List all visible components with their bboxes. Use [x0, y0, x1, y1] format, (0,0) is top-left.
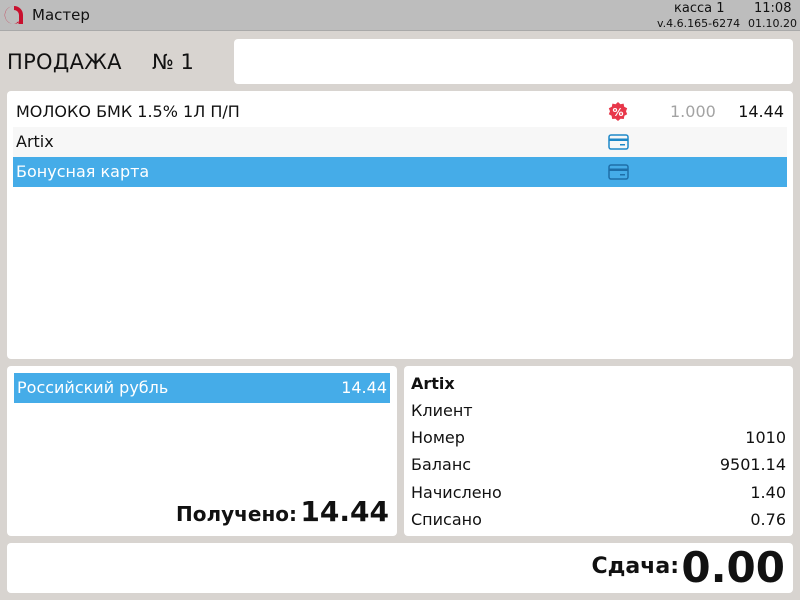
change-label: Сдача: [591, 554, 679, 579]
app-logo-icon [4, 5, 23, 25]
number-label: Номер [411, 428, 465, 447]
payment-panel: Российский рубль 14.44 Получено: 14.44 [7, 366, 397, 536]
list-item-selected[interactable]: Бонусная карта [13, 157, 787, 187]
discount-icon: % [608, 102, 628, 121]
change-value: 0.00 [681, 543, 785, 592]
register-label: касса 1 [674, 1, 725, 16]
accrued-label: Начислено [411, 483, 502, 502]
card-icon [608, 164, 629, 180]
received-label: Получено: [175, 502, 297, 526]
balance-label: Баланс [411, 455, 472, 474]
card-title: Artix [411, 374, 455, 393]
list-item[interactable]: МОЛОКО БМК 1.5% 1Л П/П % 1.000 14.44 [13, 97, 787, 127]
app-title: Мастер [32, 6, 90, 24]
item-label: Artix [16, 132, 54, 151]
client-label: Клиент [411, 401, 473, 420]
sale-title: ПРОДАЖА [7, 50, 122, 74]
items-list: МОЛОКО БМК 1.5% 1Л П/П % 1.000 14.44 Art… [7, 91, 793, 359]
number-value: 1010 [745, 428, 786, 447]
written-off-value: 0.76 [750, 510, 786, 529]
title-bar: Мастер касса 1 11:08 v.4.6.165-6274 01.1… [0, 0, 800, 31]
item-label: МОЛОКО БМК 1.5% 1Л П/П [16, 102, 240, 121]
item-label: Бонусная карта [16, 162, 150, 181]
svg-text:%: % [612, 106, 623, 119]
clock-time: 11:08 [754, 1, 792, 16]
sale-number: № 1 [152, 50, 194, 74]
card-info-panel: Artix Клиент Номер 1010 Баланс 9501.14 Н… [404, 366, 793, 536]
written-off-label: Списано [411, 510, 482, 529]
item-quantity: 1.000 [670, 102, 716, 121]
clock-date: 01.10.20 [748, 17, 797, 30]
payment-amount: 14.44 [341, 378, 387, 397]
change-panel: Сдача: 0.00 [7, 543, 793, 593]
payment-row[interactable]: Российский рубль 14.44 [14, 373, 390, 403]
balance-value: 9501.14 [719, 455, 786, 474]
info-panel [234, 39, 793, 84]
list-item[interactable]: Artix [13, 127, 787, 157]
payment-currency: Российский рубль [17, 378, 169, 397]
card-icon [608, 134, 629, 150]
item-price: 14.44 [738, 102, 784, 121]
received-value: 14.44 [300, 495, 389, 528]
version-label: v.4.6.165-6274 [657, 17, 741, 30]
accrued-value: 1.40 [750, 483, 786, 502]
